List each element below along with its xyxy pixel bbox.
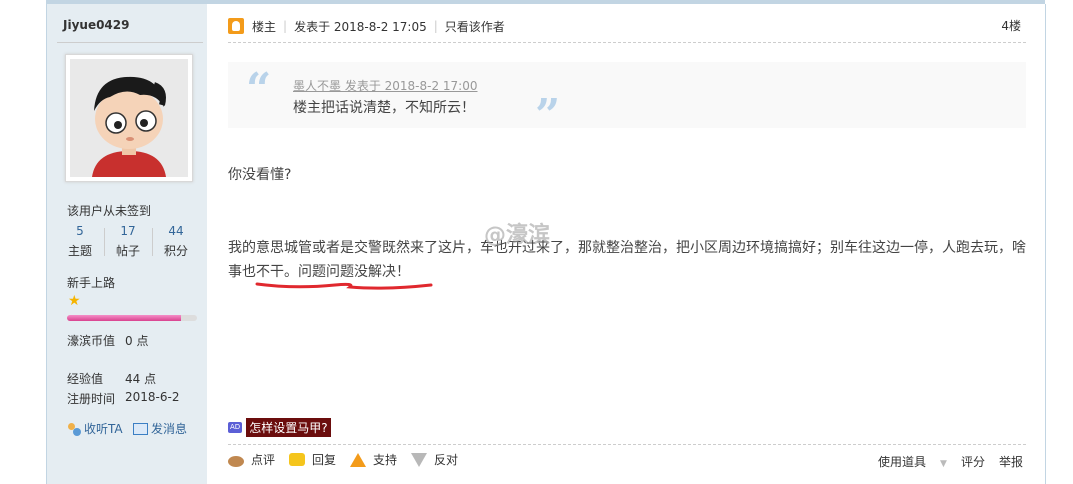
author-role: 楼主 xyxy=(252,19,277,34)
watermark: @濠滨 xyxy=(484,223,551,248)
thumbs-down-arrow-icon xyxy=(411,452,428,467)
red-underline-annotation xyxy=(255,282,433,290)
stat-label: 帖子 xyxy=(115,244,140,258)
post-container: Jiyue0429 该用户从未签到 5 主题 17 帖子 44 积分 新手上路 … xyxy=(46,0,1046,484)
stat-threads[interactable]: 5 主题 xyxy=(57,224,103,259)
user-sidebar: Jiyue0429 该用户从未签到 5 主题 17 帖子 44 积分 新手上路 … xyxy=(46,4,208,484)
signin-status: 该用户从未签到 xyxy=(67,204,152,218)
post-paragraph: 你没看懂? xyxy=(228,167,292,183)
oppose-button[interactable]: 反对 xyxy=(411,451,458,468)
send-message-button[interactable]: 发消息 xyxy=(133,420,187,437)
divider xyxy=(57,42,203,43)
stat-label: 主题 xyxy=(67,244,92,258)
divider xyxy=(228,444,1026,445)
comment-button[interactable]: 点评 xyxy=(228,451,275,468)
use-item-label: 使用道具 xyxy=(878,455,927,469)
stat-value: 5 xyxy=(76,224,84,238)
register-value: 2018-6-2 xyxy=(125,390,180,404)
mail-icon xyxy=(133,422,148,435)
stat-posts[interactable]: 17 帖子 xyxy=(105,224,151,259)
open-quote-icon: “ xyxy=(246,64,272,115)
exp-value: 44 点 xyxy=(125,372,157,386)
coin-value: 0 点 xyxy=(125,334,149,348)
coin-label: 濠滨币值 xyxy=(67,334,116,348)
reply-button[interactable]: 回复 xyxy=(289,451,336,468)
reply-icon xyxy=(289,453,306,466)
rate-button[interactable]: 评分 xyxy=(961,453,985,470)
post-actions: 点评 回复 支持 反对 xyxy=(228,451,472,468)
floor-number[interactable]: 4楼 xyxy=(1001,17,1021,34)
exp-row: 经验值 44 点 xyxy=(67,370,156,387)
ad-text[interactable]: 怎样设置马甲? xyxy=(246,418,331,437)
post-content: 楼主 | 发表于 2018-8-2 17:05 | 只看该作者 4楼 “ 墨人不… xyxy=(207,4,1046,484)
quote-text: 楼主把话说清楚，不知所云！ xyxy=(293,100,475,116)
ad-link[interactable]: AD 怎样设置马甲? xyxy=(228,418,331,437)
quote-header-link[interactable]: 墨人不墨 发表于 2018-8-2 17:00 xyxy=(293,77,478,94)
separator: | xyxy=(283,19,288,33)
message-label: 发消息 xyxy=(151,422,188,436)
chevron-down-icon: ▼ xyxy=(940,459,947,469)
follow-icon xyxy=(67,422,81,436)
coin-row: 濠滨币值 0 点 xyxy=(67,332,148,349)
support-label: 支持 xyxy=(373,453,398,467)
separator: | xyxy=(433,19,438,33)
reply-label: 回复 xyxy=(312,453,337,467)
post-tools: 使用道具 ▼ 评分 举报 xyxy=(850,453,1023,470)
follow-button[interactable]: 收听TA xyxy=(67,420,123,437)
level-progress-bar xyxy=(67,315,197,321)
comment-icon xyxy=(228,456,244,467)
follow-label: 收听TA xyxy=(84,422,123,436)
oppose-label: 反对 xyxy=(434,453,459,467)
username-link[interactable]: Jiyue0429 xyxy=(63,18,129,32)
post-paragraph: 我的意思城管或者是交警既然来了这片，车也开过来了，那就整治整治，把小区周边环境搞… xyxy=(228,240,1026,280)
divider xyxy=(228,42,1026,43)
avatar-image xyxy=(70,59,188,177)
user-stats: 5 主题 17 帖子 44 积分 xyxy=(57,224,197,258)
user-level[interactable]: 新手上路 xyxy=(67,274,115,291)
exp-label: 经验值 xyxy=(67,372,104,386)
level-progress-fill xyxy=(67,315,182,321)
stat-value: 17 xyxy=(120,224,136,238)
comment-label: 点评 xyxy=(251,453,276,467)
quote-block: “ 墨人不墨 发表于 2018-8-2 17:00 楼主把话说清楚，不知所云！ … xyxy=(228,62,1026,138)
register-label: 注册时间 xyxy=(67,392,116,406)
thumbs-up-arrow-icon xyxy=(350,452,367,467)
close-quote-icon: ” xyxy=(535,90,561,141)
author-icon xyxy=(228,18,244,34)
stat-points[interactable]: 44 积分 xyxy=(153,224,199,259)
stat-value: 44 xyxy=(168,224,184,238)
register-row: 注册时间 2018-6-2 xyxy=(67,390,179,407)
post-meta: 楼主 | 发表于 2018-8-2 17:05 | 只看该作者 xyxy=(228,16,505,36)
stat-label: 积分 xyxy=(163,244,188,258)
only-author-link[interactable]: 只看该作者 xyxy=(445,18,505,35)
ad-badge: AD xyxy=(228,422,243,433)
post-time: 发表于 2018-8-2 17:05 xyxy=(294,19,427,34)
star-icon: ★ xyxy=(68,293,81,309)
use-item-dropdown[interactable]: 使用道具 ▼ xyxy=(864,453,947,470)
support-button[interactable]: 支持 xyxy=(350,451,397,468)
avatar[interactable] xyxy=(65,54,193,182)
report-button[interactable]: 举报 xyxy=(999,453,1023,470)
